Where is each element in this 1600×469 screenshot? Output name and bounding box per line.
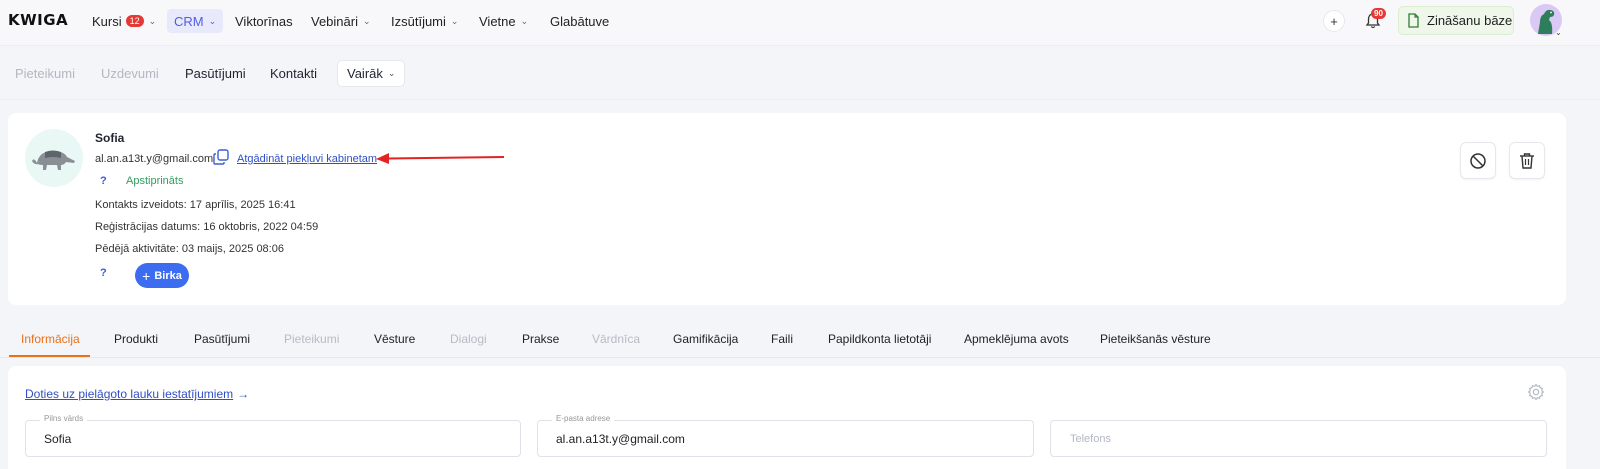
nav-item-mailings[interactable]: Izsūtījumi ⌄ (385, 9, 464, 33)
block-icon (1470, 152, 1486, 169)
nav-item-label: Glabātuve (550, 13, 610, 29)
nav-item-crm[interactable]: CRM ⌄ (167, 9, 224, 33)
tab-visit-source[interactable]: Apmeklējuma avots (964, 332, 1069, 346)
kwiga-logo[interactable]: KWIGA (8, 11, 68, 29)
top-navigation: KWIGA Kursi 12 ⌄ CRM ⌄ Viktorīnas Vebinā… (0, 0, 1600, 46)
email-value: al.an.a13t.y@gmail.com (556, 432, 685, 446)
contact-tabs: Informācija Produkti Pasūtījumi Pieteiku… (0, 318, 1600, 358)
created-value: 17 aprīlis, 2025 16:41 (189, 199, 296, 211)
chevron-down-icon: ⌄ (362, 15, 371, 26)
annotation-arrow (376, 153, 505, 164)
nav-item-website[interactable]: Vietne ⌄ (473, 9, 534, 33)
tab-products[interactable]: Produkti (114, 332, 158, 346)
status-badge: Apstiprināts (126, 175, 184, 187)
delete-contact-button[interactable] (1509, 142, 1545, 179)
last-activity-label: Pēdējā aktivitāte: (95, 243, 179, 255)
subnav-item-contacts[interactable]: Kontakti (270, 66, 317, 81)
registration-value: 16 oktobris, 2022 04:59 (203, 221, 319, 233)
phone-placeholder: Telefons (1070, 433, 1111, 445)
knowledge-base-label: Zināšanu bāze (1427, 13, 1513, 28)
tag-help-icon[interactable]: ? (100, 267, 107, 279)
subnav-item-tasks[interactable]: Uzdevumi (101, 66, 159, 81)
contact-name: Sofia (95, 131, 125, 145)
anteater-icon (32, 150, 75, 170)
chevron-down-icon: ⌄ (208, 15, 217, 26)
email-field[interactable]: E-pasta adrese al.an.a13t.y@gmail.com (537, 414, 1034, 457)
trash-icon (1520, 152, 1534, 169)
registration-date-row: Reģistrācijas datums: 16 oktobris, 2022 … (95, 221, 318, 233)
tab-history[interactable]: Vēsture (374, 332, 415, 346)
nav-item-courses[interactable]: Kursi 12 ⌄ (86, 9, 162, 33)
document-icon (1408, 13, 1419, 28)
add-button[interactable]: + (1323, 10, 1345, 32)
block-contact-button[interactable] (1460, 142, 1496, 179)
tab-dialogs[interactable]: Dialogi (450, 332, 487, 346)
plus-icon: + (1330, 13, 1338, 29)
nav-item-label: CRM (174, 13, 204, 29)
tab-applications[interactable]: Pieteikumi (284, 332, 339, 346)
subnav-item-applications[interactable]: Pieteikumi (15, 66, 75, 81)
nav-item-label: Vietne (479, 13, 516, 29)
add-tag-label: Birka (154, 269, 182, 282)
last-activity-value: 03 maijs, 2025 08:06 (181, 243, 284, 255)
arrow-right-icon: → (237, 387, 250, 401)
tab-practice[interactable]: Prakse (522, 332, 559, 346)
tab-files[interactable]: Faili (771, 332, 793, 346)
email-label: E-pasta adrese (552, 414, 615, 423)
nav-item-quizzes[interactable]: Viktorīnas (229, 9, 299, 33)
tab-dictionary[interactable]: Vārdnīca (592, 332, 640, 346)
custom-fields-link-label: Doties uz pielāgoto lauku iestatījumiem (25, 387, 234, 401)
chevron-down-icon: ⌄ (450, 15, 459, 26)
chevron-down-icon: ⌄ (387, 68, 396, 78)
contact-info-form: Doties uz pielāgoto lauku iestatījumiem →… (8, 366, 1566, 469)
knowledge-base-button[interactable]: Zināšanu bāze (1398, 6, 1514, 35)
nav-item-storage[interactable]: Glabātuve (544, 9, 615, 33)
custom-fields-settings-link[interactable]: Doties uz pielāgoto lauku iestatījumiem → (25, 387, 249, 401)
copy-email-button[interactable] (212, 148, 230, 169)
last-activity-row: Pēdējā aktivitāte: 03 maijs, 2025 08:06 (95, 243, 284, 255)
nav-item-label: Izsūtījumi (391, 13, 446, 29)
active-tab-indicator (9, 355, 90, 357)
copy-icon (213, 149, 229, 165)
nav-item-webinars[interactable]: Vebināri ⌄ (305, 9, 377, 33)
full-name-label: Pilns vārds (40, 414, 88, 423)
more-label: Vairāk (347, 66, 383, 81)
form-settings-button[interactable] (1527, 383, 1545, 404)
full-name-value: Sofia (44, 432, 72, 446)
plus-icon: + (142, 267, 151, 284)
phone-field[interactable]: Telefons (1050, 420, 1547, 457)
tab-information[interactable]: Informācija (21, 332, 80, 346)
subnav-item-orders[interactable]: Pasūtījumi (185, 66, 246, 81)
contact-created-row: Kontakts izveidots: 17 aprīlis, 2025 16:… (95, 199, 296, 211)
tab-subaccount-users[interactable]: Papildkonta lietotāji (828, 332, 931, 346)
more-dropdown-button[interactable]: Vairāk ⌄ (337, 60, 406, 87)
remind-cabinet-access-link[interactable]: Atgādināt piekļuvi kabinetam (237, 153, 377, 165)
contact-email: al.an.a13t.y@gmail.com (95, 153, 214, 165)
nav-item-label: Vebināri (311, 13, 358, 29)
full-name-field[interactable]: Pilns vārds Sofia (25, 414, 521, 457)
notifications-count-badge: 90 (1371, 8, 1386, 19)
add-tag-button[interactable]: + Birka (135, 263, 189, 288)
nav-item-label: Viktorīnas (235, 13, 293, 29)
gear-icon (1527, 383, 1545, 401)
registration-label: Reģistrācijas datums: (95, 221, 201, 233)
courses-count-badge: 12 (125, 15, 144, 27)
contact-profile-card: Sofia al.an.a13t.y@gmail.com Atgādināt p… (8, 113, 1566, 305)
crm-subnavigation: Pieteikumi Uzdevumi Pasūtījumi Kontakti … (0, 47, 1600, 100)
created-label: Kontakts izveidots: (95, 199, 187, 211)
contact-avatar (25, 129, 83, 187)
chevron-down-icon[interactable]: ⌄ (1555, 28, 1562, 37)
tab-gamification[interactable]: Gamifikācija (673, 332, 738, 346)
chevron-down-icon: ⌄ (148, 15, 157, 26)
status-help-icon[interactable]: ? (100, 175, 107, 187)
tab-login-history[interactable]: Pieteikšanās vēsture (1100, 332, 1211, 346)
tab-orders[interactable]: Pasūtījumi (194, 332, 250, 346)
nav-item-label: Kursi (92, 13, 122, 29)
chevron-down-icon: ⌄ (520, 15, 529, 26)
